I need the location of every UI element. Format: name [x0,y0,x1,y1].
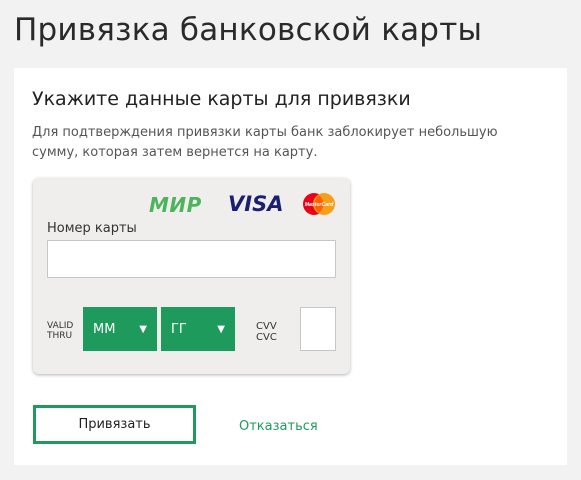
card-form: МИР VISA MasterCard Номер карты VALID TH… [33,178,350,374]
expiry-month-value: ММ [93,321,116,337]
expiry-year-value: ГГ [171,321,187,337]
cancel-link[interactable]: Отказаться [239,419,318,434]
cvv-label-line1: CVV [256,321,277,332]
expiry-month-select[interactable]: ММ ▼ [83,307,157,351]
page-title: Привязка банковской карты [14,12,483,48]
card-binding-panel: Укажите данные карты для привязки Для по… [14,68,567,465]
panel-description: Для подтверждения привязки карты банк за… [32,125,498,160]
panel-heading: Укажите данные карты для привязки [32,88,411,110]
mir-logo-icon: МИР [149,193,202,217]
valid-thru-line1: VALID [47,321,74,331]
cvv-label: CVV CVC [256,321,277,343]
visa-logo-icon: VISA [228,192,284,216]
mastercard-logo-icon: MasterCard [303,193,335,215]
mir-logo-text: МИ [149,193,187,217]
expiry-year-select[interactable]: ГГ ▼ [161,307,235,351]
triangle-down-icon: ▼ [217,323,225,335]
valid-thru-line2: THRU [47,331,73,341]
bind-card-button[interactable]: Привязать [33,405,196,444]
valid-thru-label: VALID THRU [47,321,73,341]
card-number-input[interactable] [47,240,336,278]
card-number-label: Номер карты [47,221,137,236]
cvv-label-line2: CVC [256,332,277,343]
mir-logo-text-end: Р [186,193,202,217]
cvv-input[interactable] [300,307,336,351]
mastercard-logo-text: MasterCard [305,202,334,208]
triangle-down-icon: ▼ [139,323,147,335]
